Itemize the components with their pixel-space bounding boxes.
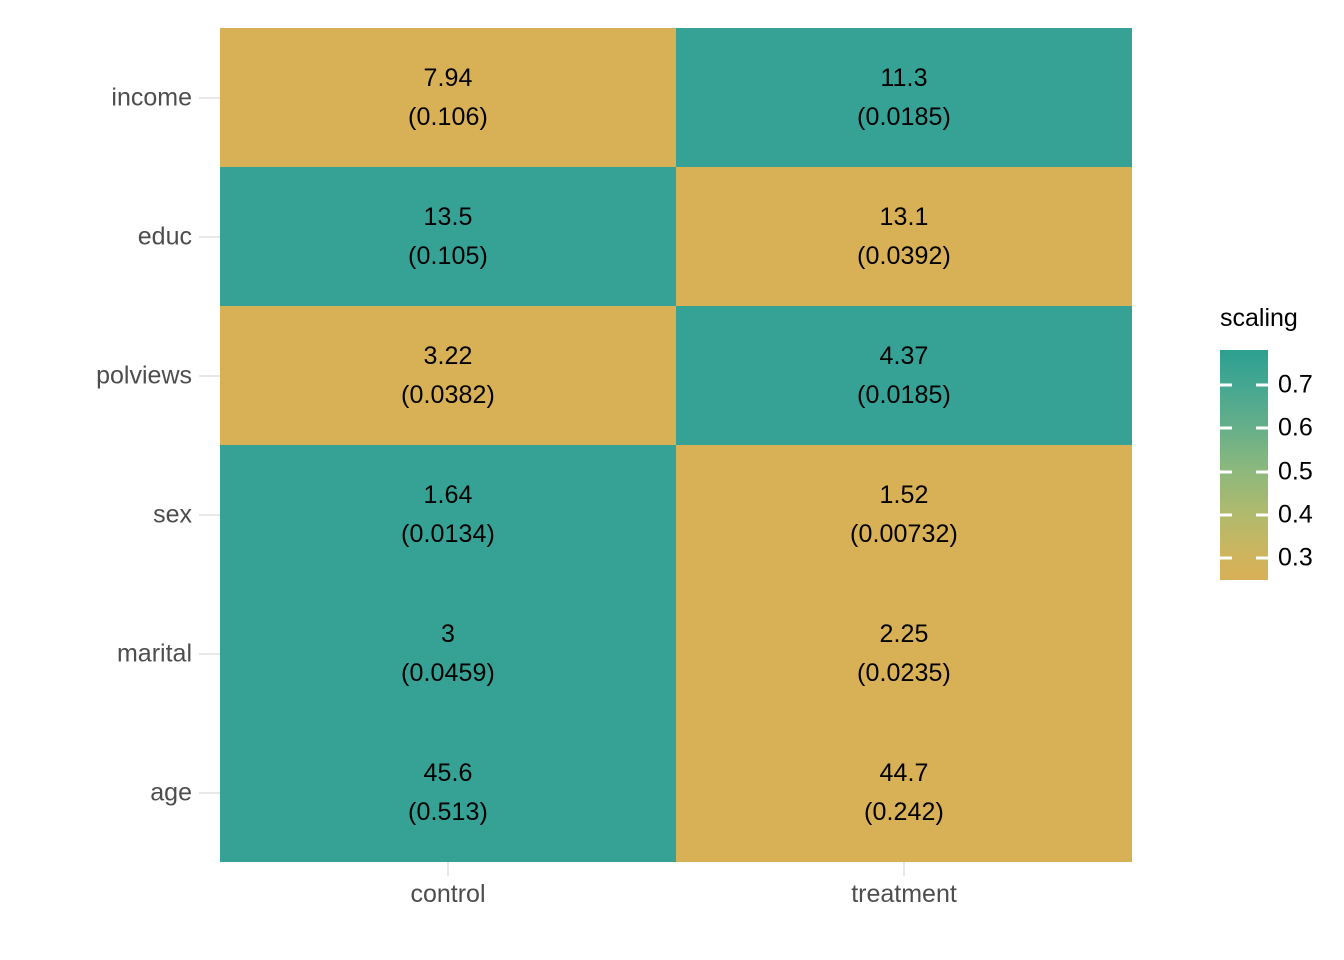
legend-tick-label: 0.7 — [1278, 370, 1313, 399]
cell-value: 3.22 — [423, 341, 473, 370]
cell-standard-error: (0.0185) — [857, 380, 951, 409]
y-axis-label-income: income — [111, 83, 192, 111]
legend: scaling 0.7 0.6 0.5 0.4 0.3 — [1196, 300, 1344, 600]
legend-tick-mark — [1256, 556, 1268, 560]
heatmap-cell: 3.22 (0.0382) — [220, 306, 676, 445]
cell-value: 4.37 — [879, 341, 929, 370]
y-axis-tick — [199, 374, 220, 377]
cell-value: 13.5 — [423, 202, 473, 231]
cell-standard-error: (0.0134) — [401, 519, 495, 548]
cell-standard-error: (0.0392) — [857, 241, 951, 270]
legend-tick-mark — [1256, 426, 1268, 430]
cell-standard-error: (0.0459) — [401, 658, 495, 687]
y-axis-tick — [199, 791, 220, 794]
y-axis-tick — [199, 652, 220, 655]
y-axis-label-sex: sex — [153, 500, 192, 528]
cell-value: 2.25 — [879, 619, 929, 648]
x-axis-tick — [903, 862, 905, 876]
legend-tick-mark — [1220, 426, 1232, 430]
plot-panel: 7.94 (0.106) 11.3 (0.0185) 13.5 (0.105) 13.1 (0… — [220, 28, 1132, 862]
y-axis-tick — [199, 96, 220, 99]
legend-tick-label: 0.3 — [1278, 543, 1313, 572]
x-axis-label-control: control — [410, 880, 486, 908]
cell-value: 45.6 — [423, 758, 473, 787]
cell-standard-error: (0.00732) — [850, 519, 958, 548]
cell-standard-error: (0.105) — [408, 241, 488, 270]
legend-tick-mark — [1220, 470, 1232, 473]
legend-tick-label: 0.6 — [1278, 413, 1313, 442]
cell-value: 11.3 — [880, 63, 928, 92]
cell-value: 13.1 — [879, 202, 929, 231]
y-axis-label-marital: marital — [116, 639, 192, 667]
heatmap-plot: 7.94 (0.106) 11.3 (0.0185) 13.5 (0.105) 13.1 (0… — [0, 0, 1344, 960]
y-axis-tick — [199, 513, 220, 516]
cell-value: 3 — [440, 619, 455, 648]
cell-standard-error: (0.0235) — [857, 658, 951, 687]
y-axis-label-educ: educ — [137, 222, 192, 250]
cell-value: 7.94 — [423, 63, 473, 92]
x-axis-label-treatment: treatment — [851, 880, 957, 908]
cell-standard-error: (0.0185) — [857, 102, 951, 131]
heatmap-cell: 13.5 (0.105) — [220, 167, 676, 306]
legend-title: scaling — [1220, 304, 1298, 332]
y-axis-tick — [199, 235, 220, 238]
x-axis-tick — [447, 862, 449, 876]
legend-tick-mark — [1256, 383, 1268, 387]
legend-tick-mark — [1220, 383, 1232, 387]
legend-tick-mark — [1220, 513, 1232, 517]
cell-standard-error: (0.0382) — [401, 380, 495, 409]
heatmap-cell: 45.6 (0.513) — [220, 723, 676, 862]
legend-tick-mark — [1256, 470, 1268, 473]
heatmap-cell: 44.7 (0.242) — [676, 723, 1132, 862]
heatmap-cell: 11.3 (0.0185) — [676, 28, 1132, 167]
heatmap-cell: 13.1 (0.0392) — [676, 167, 1132, 306]
heatmap-cell: 1.64 (0.0134) — [220, 445, 676, 584]
cell-value: 1.64 — [423, 480, 473, 509]
cell-standard-error: (0.106) — [408, 102, 488, 131]
legend-tick-label: 0.4 — [1278, 500, 1313, 529]
cell-standard-error: (0.242) — [864, 797, 944, 826]
y-axis-label-polviews: polviews — [96, 361, 192, 389]
heatmap-cell: 1.52 (0.00732) — [676, 445, 1132, 584]
cell-standard-error: (0.513) — [408, 797, 488, 826]
legend-tick-mark — [1220, 556, 1232, 560]
heatmap-cell: 2.25 (0.0235) — [676, 584, 1132, 723]
heatmap-cell: 3 (0.0459) — [220, 584, 676, 723]
heatmap-cell: 7.94 (0.106) — [220, 28, 676, 167]
cell-value: 44.7 — [879, 758, 929, 787]
legend-tick-label: 0.5 — [1278, 457, 1313, 485]
y-axis-label-age: age — [150, 778, 192, 806]
heatmap-cell: 4.37 (0.0185) — [676, 306, 1132, 445]
legend-tick-mark — [1256, 513, 1268, 517]
cell-value: 1.52 — [879, 480, 929, 509]
